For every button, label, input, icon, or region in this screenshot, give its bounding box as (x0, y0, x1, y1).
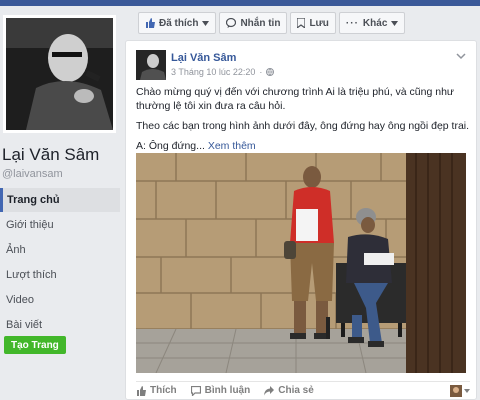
page-sidebar: Lại Văn Sâm @laivansam Trang chủ Giới th… (0, 6, 124, 400)
post-card: Lại Văn Sâm 3 Tháng 10 lúc 22:20 · Chào … (125, 40, 477, 400)
more-button[interactable]: ··· Khác (338, 12, 406, 34)
see-more-link[interactable]: Xem thêm (208, 140, 256, 152)
post-author[interactable]: Lại Văn Sâm (171, 52, 236, 64)
caret-down-icon (464, 388, 470, 393)
nav-item-videos[interactable]: Video (0, 288, 120, 312)
post-paragraph: Chào mừng quý vị đến với chương trình Ai… (136, 86, 454, 112)
more-label: Khác (362, 17, 388, 29)
nav-item-about[interactable]: Giới thiệu (0, 213, 120, 237)
share-label: Chia sẻ (278, 385, 314, 396)
nav-item-photos[interactable]: Ảnh (0, 238, 120, 262)
save-button[interactable]: Lưu (290, 12, 336, 34)
nav-item-posts[interactable]: Bài viết (0, 313, 120, 337)
post-timestamp[interactable]: 3 Tháng 10 lúc 22:20 (171, 67, 255, 77)
like-label: Thích (150, 385, 177, 396)
author-avatar[interactable] (136, 50, 166, 80)
nav-item-home[interactable]: Trang chủ (0, 188, 120, 212)
avatar-image (136, 50, 166, 80)
message-icon (226, 18, 237, 28)
message-button[interactable]: Nhắn tin (219, 12, 288, 34)
bookmark-icon (297, 18, 306, 28)
dots-icon: ··· (345, 17, 359, 29)
page-avatar-icon (450, 384, 462, 397)
page-handle[interactable]: @laivansam (2, 168, 63, 180)
answer-text: A: Ông đứng... (136, 140, 205, 152)
post-paragraph: A: Ông đứng... Xem thêm (136, 139, 470, 153)
comment-label: Bình luận (204, 385, 251, 396)
post-meta: 3 Tháng 10 lúc 22:20 · (171, 67, 275, 77)
post-text: Chào mừng quý vị đến với chương trình Ai… (136, 85, 470, 159)
save-label: Lưu (309, 17, 329, 29)
thumbs-up-icon (137, 385, 146, 396)
liked-label: Đã thích (159, 17, 199, 29)
post-photo-image (136, 153, 466, 373)
page-navigation: Trang chủ Giới thiệu Ảnh Lượt thích Vide… (0, 188, 120, 338)
page-name: Lại Văn Sâm (2, 145, 100, 164)
share-icon (264, 385, 275, 395)
thumbs-up-icon (146, 18, 155, 28)
caret-down-icon (202, 20, 210, 26)
post-as-selector[interactable] (450, 384, 470, 397)
liked-button[interactable]: Đã thích (138, 12, 217, 34)
create-page-button[interactable]: Tạo Trang (4, 336, 66, 354)
nav-item-likes[interactable]: Lượt thích (0, 263, 120, 287)
like-button[interactable]: Thích (136, 385, 177, 396)
caret-down-icon (391, 20, 399, 26)
share-button[interactable]: Chia sẻ (264, 385, 314, 396)
post-actions: Thích Bình luận Chia sẻ (136, 381, 470, 399)
profile-photo-image (6, 18, 113, 130)
globe-icon (266, 68, 275, 76)
comment-icon (190, 385, 201, 396)
comment-button[interactable]: Bình luận (190, 385, 251, 396)
post-paragraph: Theo các bạn trong hình ảnh dưới đây, ôn… (136, 120, 470, 132)
profile-picture[interactable] (3, 15, 116, 133)
message-label: Nhắn tin (240, 17, 281, 29)
chevron-down-icon[interactable] (456, 51, 466, 61)
page-action-bar: Đã thích Nhắn tin Lưu ··· Khác (138, 12, 406, 34)
post-photo[interactable] (136, 153, 466, 373)
